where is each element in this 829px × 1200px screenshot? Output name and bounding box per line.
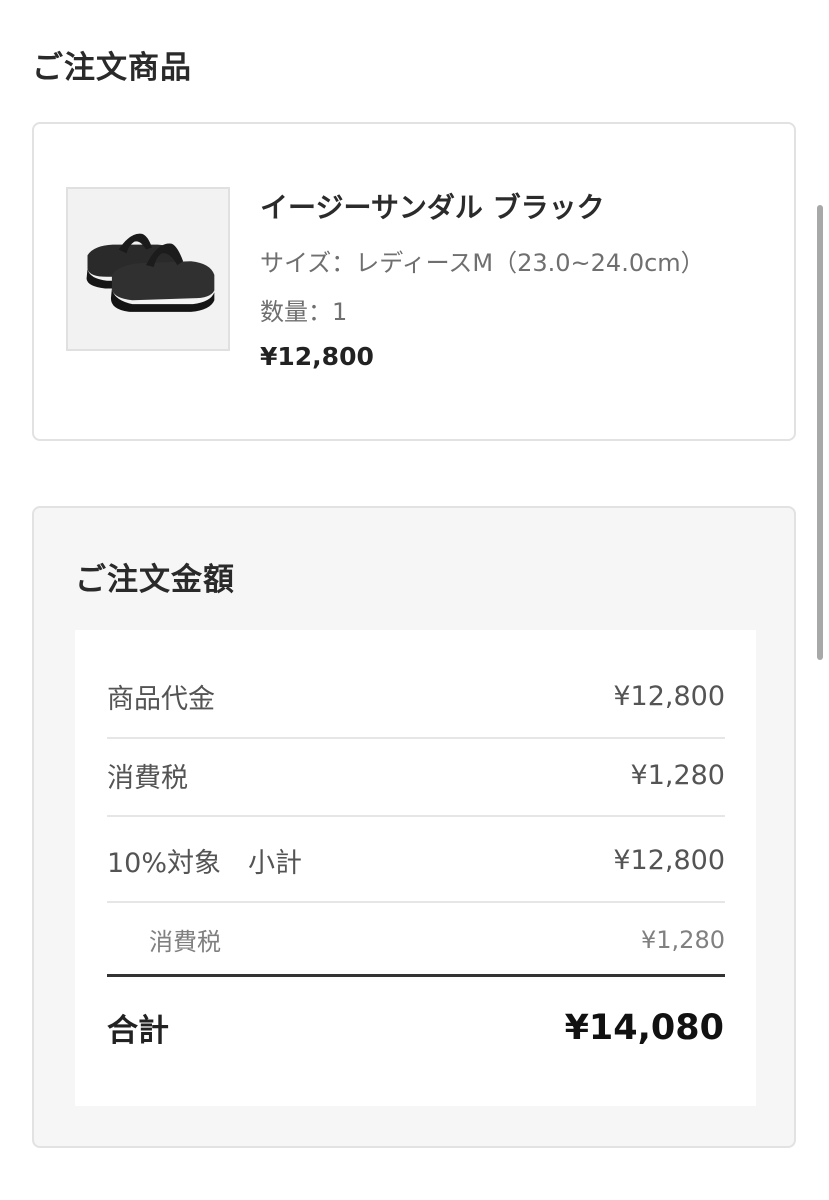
tax-label: 消費税 xyxy=(107,763,188,794)
taxable-subtotal-label: 10%対象 小計 xyxy=(107,848,303,879)
order-amount-title: ご注文金額 xyxy=(75,562,235,598)
row-divider xyxy=(107,737,725,739)
taxable-tax-label: 消費税 xyxy=(149,928,221,956)
sandal-icon xyxy=(68,189,228,349)
scrollbar[interactable] xyxy=(817,205,823,660)
taxable-tax-value: ¥1,280 xyxy=(641,925,725,954)
product-price: ¥12,800 xyxy=(260,342,374,371)
total-label: 合計 xyxy=(107,1013,169,1049)
order-amount-breakdown: 商品代金 ¥12,800 消費税 ¥1,280 10%対象 小計 ¥12,800… xyxy=(75,630,756,1106)
total-divider xyxy=(107,974,725,977)
row-divider xyxy=(107,901,725,903)
row-divider xyxy=(107,815,725,817)
tax-value: ¥1,280 xyxy=(630,760,725,791)
product-size: サイズ：レディースM（23.0~24.0cm） xyxy=(260,249,705,277)
product-name[interactable]: イージーサンダル ブラック xyxy=(260,186,605,226)
order-items-title: ご注文商品 xyxy=(32,50,192,86)
subtotal-label: 商品代金 xyxy=(107,684,215,715)
subtotal-value: ¥12,800 xyxy=(613,681,725,712)
order-amount-card: ご注文金額 商品代金 ¥12,800 消費税 ¥1,280 10%対象 小計 ¥… xyxy=(32,506,796,1148)
tax-row: 消費税 ¥1,280 xyxy=(107,756,725,795)
subtotal-row: 商品代金 ¥12,800 xyxy=(107,677,725,716)
product-card[interactable]: イージーサンダル ブラック サイズ：レディースM（23.0~24.0cm） 数量… xyxy=(32,122,796,441)
taxable-tax-row: 消費税 ¥1,280 xyxy=(107,922,725,957)
taxable-subtotal-value: ¥12,800 xyxy=(613,845,725,876)
product-quantity: 数量：1 xyxy=(260,298,348,326)
taxable-subtotal-row: 10%対象 小計 ¥12,800 xyxy=(107,841,725,880)
product-image[interactable] xyxy=(66,187,230,351)
total-value: ¥14,080 xyxy=(564,1008,724,1048)
